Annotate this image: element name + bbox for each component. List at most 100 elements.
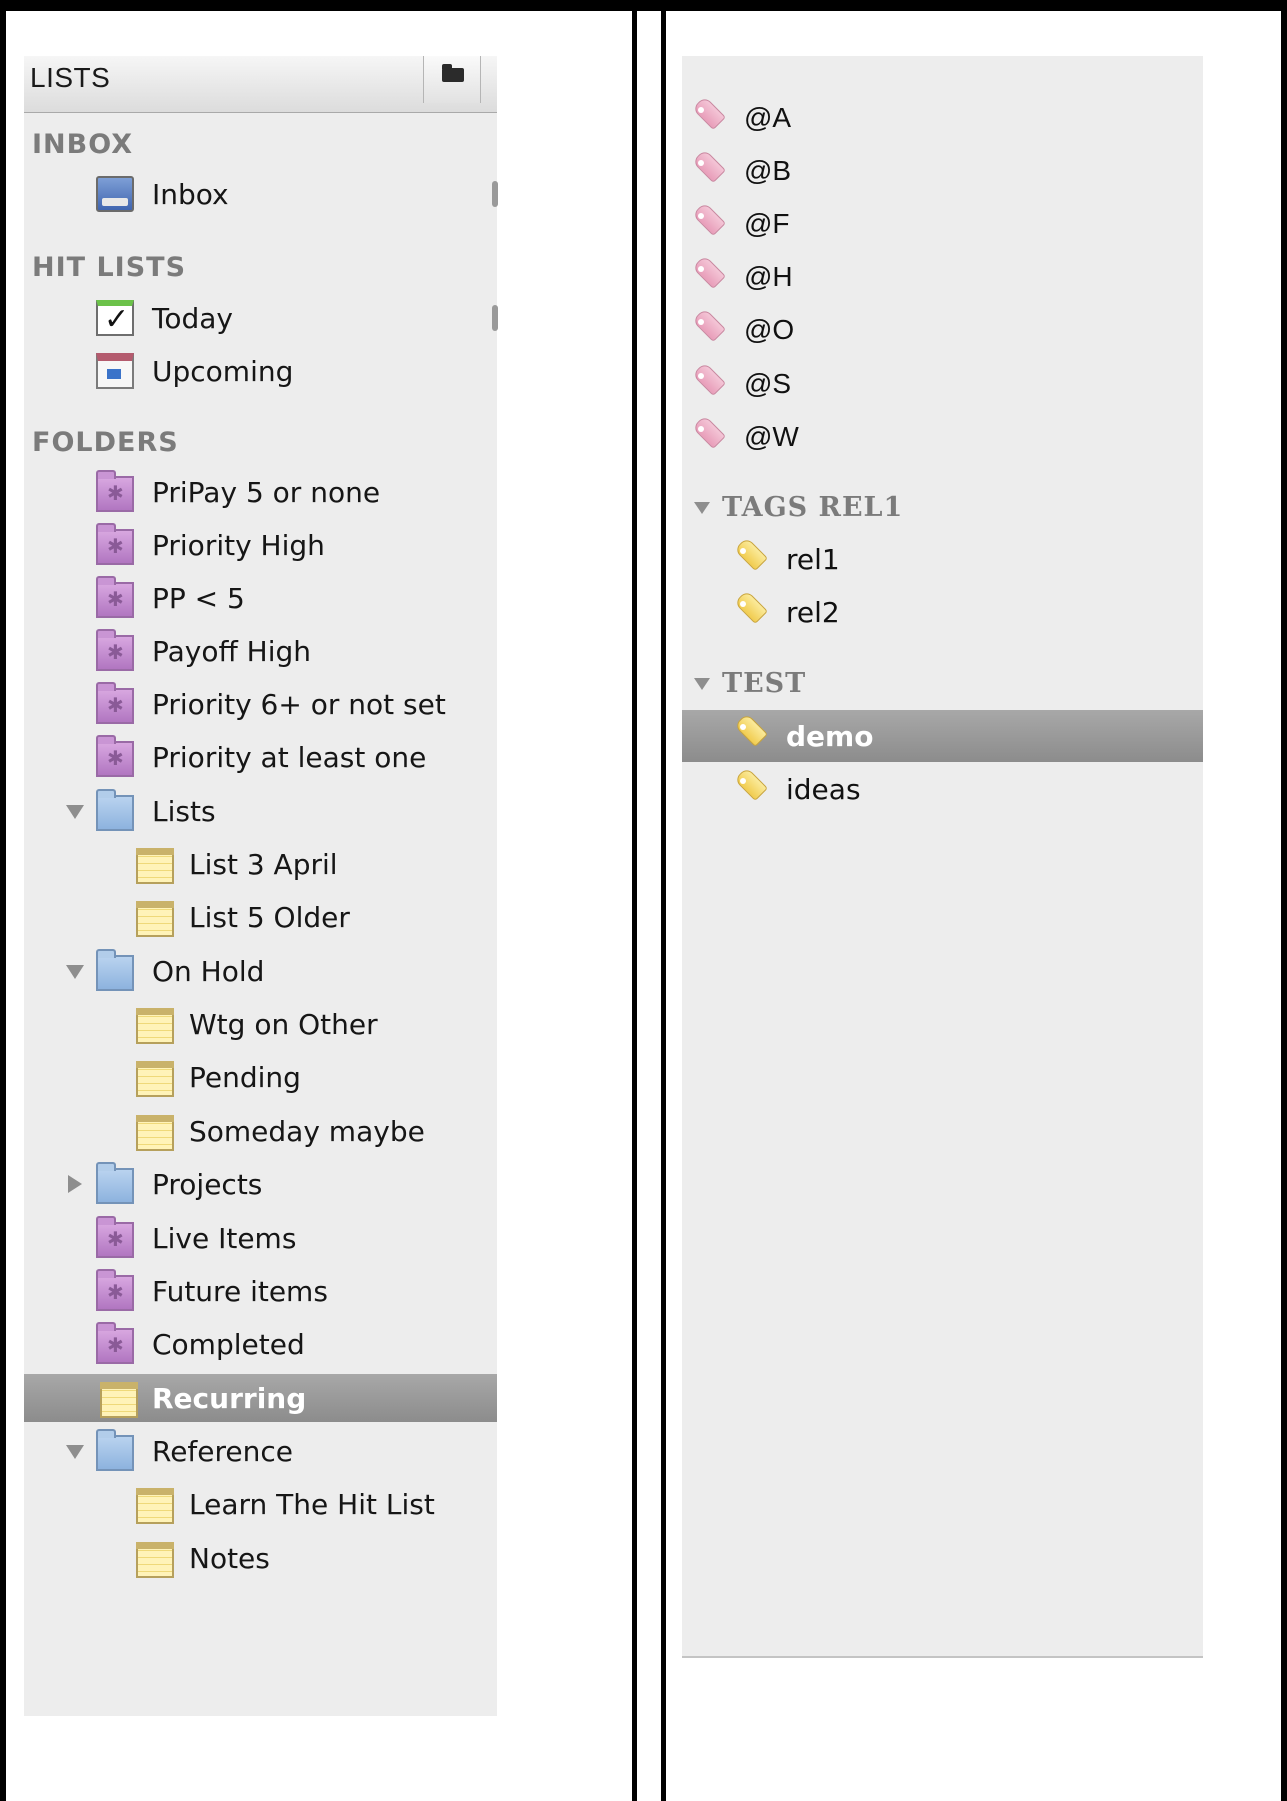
sidebar-item-inbox[interactable]: Inbox [24, 170, 498, 218]
sidebar-item-pp-less-5[interactable]: PP < 5 [24, 574, 497, 622]
tag-group-header-tags-rel1[interactable]: TAGS REL1 [682, 492, 1203, 532]
frame-top-border [0, 0, 1287, 11]
tag-group-label: TEST [722, 668, 807, 699]
tag-item-at-h[interactable]: @H [682, 253, 1203, 301]
sidebar-item-recurring[interactable]: Recurring [24, 1374, 497, 1422]
sidebar-item-priority-high[interactable]: Priority High [24, 521, 497, 569]
disclosure-triangle-down-icon[interactable] [694, 678, 710, 690]
tag-item-at-o[interactable]: @O [682, 306, 1203, 354]
tag-label: @A [744, 102, 792, 133]
sidebar-item-list-5-older[interactable]: List 5 Older [24, 893, 497, 941]
smart-folder-icon [96, 682, 134, 724]
sidebar-item-future-items[interactable]: Future items [24, 1267, 497, 1315]
tag-icon [688, 152, 726, 190]
sidebar-item-projects-folder[interactable]: Projects [24, 1160, 497, 1208]
smart-folder-icon [96, 629, 134, 671]
sidebar-item-label: Wtg on Other [189, 1007, 378, 1041]
sidebar-item-label: Recurring [152, 1381, 307, 1415]
sidebar-item-reference-folder[interactable]: Reference [24, 1427, 497, 1475]
sidebar-item-priority-6-or-not-set[interactable]: Priority 6+ or not set [24, 680, 497, 728]
tag-icon [688, 365, 726, 403]
sidebar-item-label: PP < 5 [152, 581, 245, 615]
sidebar-item-label: Priority at least one [152, 740, 427, 774]
smart-folder-icon [96, 470, 134, 512]
tag-label: demo [786, 719, 874, 753]
frame-left-border [0, 0, 6, 1801]
sidebar-item-priority-at-least-one[interactable]: Priority at least one [24, 733, 497, 781]
folder-icon [96, 949, 134, 991]
count-badge-edge [492, 181, 498, 207]
tag-label: @W [744, 421, 799, 452]
sidebar-item-upcoming[interactable]: Upcoming [24, 347, 497, 395]
sidebar-item-label: Pending [189, 1060, 301, 1094]
sidebar-item-label: Projects [152, 1167, 263, 1201]
tag-item-at-s[interactable]: @S [682, 360, 1203, 408]
disclosure-triangle-down-icon[interactable] [66, 1445, 84, 1459]
sidebar-item-label: Lists [152, 794, 216, 828]
tag-item-at-b[interactable]: @B [682, 147, 1203, 195]
tag-group-header-test[interactable]: TEST [682, 668, 1203, 708]
disclosure-triangle-right-icon[interactable] [68, 1175, 82, 1193]
lists-header: LISTS [24, 56, 497, 113]
sidebar-item-notes[interactable]: Notes [24, 1534, 497, 1582]
tag-item-rel2[interactable]: rel2 [682, 588, 1203, 636]
disclosure-triangle-down-icon[interactable] [66, 805, 84, 819]
list-icon [136, 1488, 174, 1524]
tag-label: @B [744, 155, 792, 186]
tags-panel-bottom-divider [682, 1656, 1203, 1658]
new-folder-button[interactable] [423, 56, 481, 103]
tag-item-demo[interactable]: demo [682, 710, 1203, 762]
count-badge-edge [492, 305, 498, 331]
section-folders: FOLDERS [32, 427, 179, 458]
sidebar-item-label: PriPay 5 or none [152, 475, 381, 509]
sidebar-item-label: Payoff High [152, 634, 312, 668]
folder-icon [96, 1429, 134, 1471]
frame-divider-right [661, 0, 666, 1801]
tag-group-label: TAGS REL1 [722, 492, 904, 523]
sidebar-item-label: Priority High [152, 528, 325, 562]
tag-item-at-a[interactable]: @A [682, 94, 1203, 142]
tag-icon [688, 205, 726, 243]
tag-label: @O [744, 314, 795, 345]
disclosure-triangle-down-icon[interactable] [66, 965, 84, 979]
sidebar-item-today[interactable]: Today [24, 294, 498, 342]
tag-label: @S [744, 368, 792, 399]
tags-sidebar: @A @B @F @H @O @S @W TAGS REL1 rel1 rel2… [682, 56, 1203, 1658]
sidebar-item-live-items[interactable]: Live Items [24, 1214, 497, 1262]
tag-item-at-w[interactable]: @W [682, 413, 1203, 461]
smart-folder-icon [96, 1216, 134, 1258]
tag-item-rel1[interactable]: rel1 [682, 535, 1203, 583]
sidebar-item-label: On Hold [152, 954, 265, 988]
smart-folder-icon [96, 1322, 134, 1364]
tag-item-at-f[interactable]: @F [682, 200, 1203, 248]
lists-sidebar: LISTS INBOX Inbox HIT LISTS Today Upcomi… [24, 56, 498, 1716]
list-icon [136, 901, 174, 937]
sidebar-item-pripay-5-or-none[interactable]: PriPay 5 or none [24, 468, 497, 516]
list-icon [136, 1115, 174, 1151]
folder-icon [96, 1162, 134, 1204]
section-hit-lists: HIT LISTS [32, 252, 187, 283]
tag-label: ideas [786, 772, 861, 806]
inbox-tray-icon [96, 176, 134, 212]
list-icon [136, 1008, 174, 1044]
sidebar-item-payoff-high[interactable]: Payoff High [24, 627, 497, 675]
sidebar-item-label: Today [152, 301, 233, 335]
sidebar-item-completed[interactable]: Completed [24, 1320, 497, 1368]
disclosure-triangle-down-icon[interactable] [694, 502, 710, 514]
sidebar-item-pending[interactable]: Pending [24, 1053, 497, 1101]
folder-icon [96, 789, 134, 831]
sidebar-item-label: Someday maybe [189, 1114, 425, 1148]
sidebar-item-list-3-april[interactable]: List 3 April [24, 840, 497, 888]
sidebar-item-someday-maybe[interactable]: Someday maybe [24, 1107, 497, 1155]
sidebar-item-learn-the-hit-list[interactable]: Learn The Hit List [24, 1480, 497, 1528]
sidebar-item-wtg-on-other[interactable]: Wtg on Other [24, 1000, 497, 1048]
tag-label: rel1 [786, 542, 840, 576]
sidebar-item-lists-folder[interactable]: Lists [24, 787, 497, 835]
sidebar-item-on-hold-folder[interactable]: On Hold [24, 947, 497, 995]
smart-folder-icon [96, 1269, 134, 1311]
checkbox-icon [96, 300, 134, 337]
tag-item-ideas[interactable]: ideas [682, 765, 1203, 813]
list-icon [136, 1061, 174, 1097]
sidebar-item-label: Upcoming [152, 354, 294, 388]
frame-right-border [1281, 0, 1287, 1801]
